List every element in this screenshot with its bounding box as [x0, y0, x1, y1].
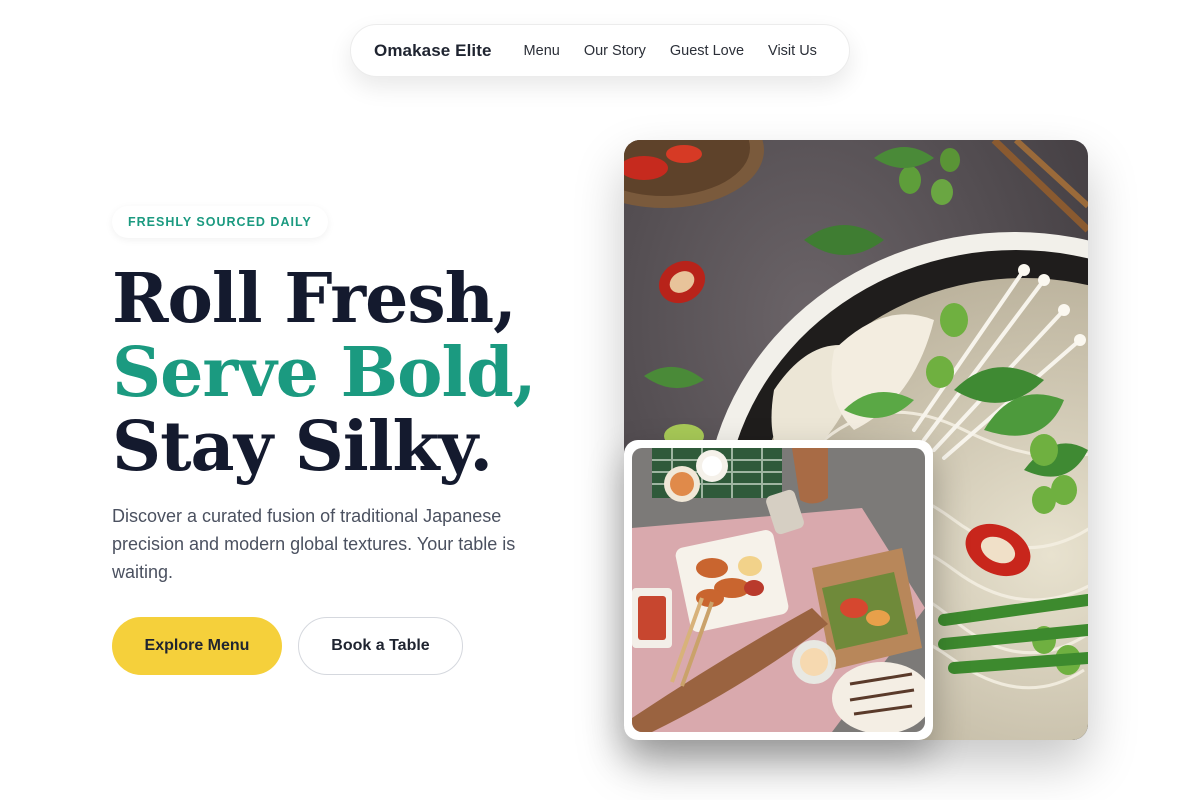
explore-menu-button[interactable]: Explore Menu	[112, 617, 282, 675]
nav-link-guest-love[interactable]: Guest Love	[670, 43, 744, 59]
freshness-badge: FRESHLY SOURCED DAILY	[112, 206, 328, 238]
book-table-button[interactable]: Book a Table	[298, 617, 463, 675]
headline-line-3: Stay Silky.	[112, 407, 493, 487]
brand-logo[interactable]: Omakase Elite	[374, 41, 492, 61]
hero-description: Discover a curated fusion of traditional…	[112, 506, 516, 582]
nav-link-our-story[interactable]: Our Story	[584, 43, 646, 59]
inset-photo-frame	[624, 440, 933, 740]
badge-label: FRESHLY SOURCED DAILY	[128, 215, 312, 229]
nav-link-menu[interactable]: Menu	[524, 43, 560, 59]
top-nav: Omakase Elite Menu Our Story Guest Love …	[350, 24, 850, 77]
shared-table-illustration	[632, 448, 925, 732]
landing-page: Omakase Elite Menu Our Story Guest Love …	[0, 0, 1200, 800]
headline-line-2: Serve Bold,	[112, 333, 537, 413]
shared-table-photo	[632, 448, 925, 732]
hero-headline: Roll Fresh, Serve Bold, Stay Silky.	[112, 259, 537, 487]
headline-line-1: Roll Fresh,	[112, 259, 517, 339]
nav-link-visit-us[interactable]: Visit Us	[768, 43, 817, 59]
